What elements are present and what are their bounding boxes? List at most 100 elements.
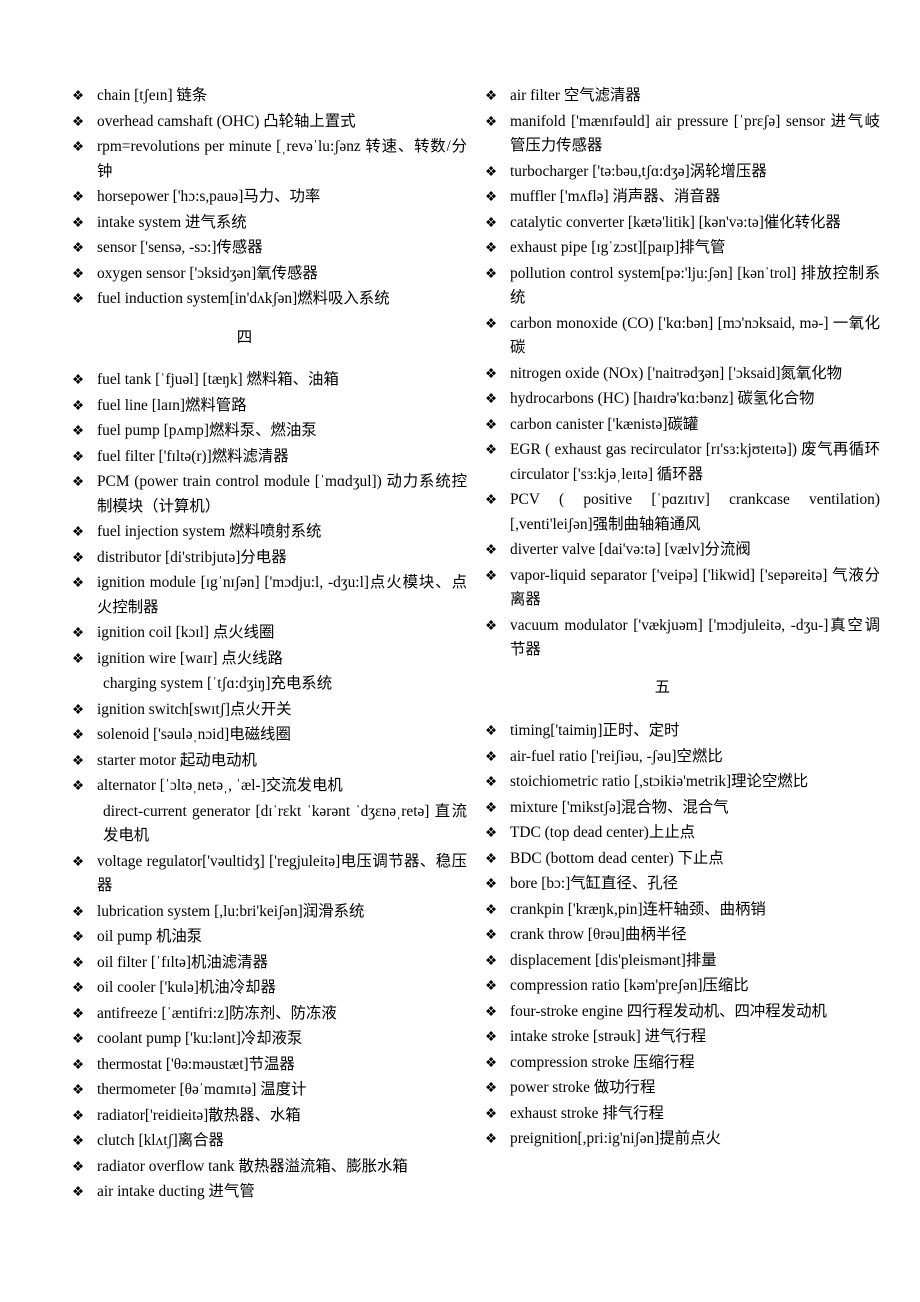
glossary-entry: ❖ voltage regulator['vəultidʒ] ['regjulei… [62,850,467,899]
diamond-bullet-icon: ❖ [72,214,85,230]
glossary-entry: ❖ exhaust stroke 排气行程 [475,1102,880,1127]
glossary-entry: ❖ rpm=revolutions per minute [ˌrevəˈlu:ʃə… [62,135,467,184]
glossary-entry: ❖ displacement [dis'pleismənt]排量 [475,949,880,974]
two-column-body: ❖ chain [tʃeɪn] 链条 ❖ overhead camshaft (OHC… [0,84,920,1206]
glossary-entry: ❖ crankpin ['kræŋk,pin]连杆轴颈、曲柄销 [475,898,880,923]
glossary-term-text: chain [tʃeɪn] 链条 [97,87,208,104]
glossary-term-text: PCV ( positive [ˈpɑzɪtɪv] crankcase vent… [510,491,880,533]
diamond-bullet-icon: ❖ [485,617,498,633]
diamond-bullet-icon: ❖ [72,1082,85,1097]
glossary-entry: ❖ ignition switch[swɪtʃ]点火开关 [62,698,467,723]
glossary-term-text: lubrication system [,lu:bri'keiʃən]润滑系统 [97,902,365,920]
diamond-bullet-icon: ❖ [485,189,498,204]
glossary-entry: ❖ horsepower ['hɔ:s,pauə]马力、功率 [62,185,467,210]
glossary-term-text: rpm=revolutions per minute [ˌrevəˈlu:ʃən… [97,138,467,180]
document-page: ❖ chain [tʃeɪn] 链条 ❖ overhead camshaft (OHC… [0,0,920,1302]
glossary-term-text: preignition[,pri:ig'niʃən]提前点火 [510,1130,721,1147]
glossary-entry: ❖ fuel tank [ˈfjuəl] [tæŋk] 燃料箱、油箱 [62,368,467,393]
glossary-term-text: fuel line [laɪn]燃料管路 [97,396,247,414]
glossary-entry: ❖ crank throw [θrəu]曲柄半径 [475,923,880,948]
glossary-entry: ❖ turbocharger ['tə:bəu,tʃɑ:dʒə]涡轮增压器 [475,160,880,185]
glossary-entry: ❖ oil pump 机油泵 [62,925,467,950]
glossary-term-text: stoichiometric ratio [,stɔikiə'metrik]理论… [510,773,809,790]
diamond-bullet-icon: ❖ [72,1005,85,1021]
diamond-bullet-icon: ❖ [485,723,498,738]
glossary-term-text: crankpin ['kræŋk,pin]连杆轴颈、曲柄销 [510,900,766,918]
glossary-term-text: alternator [ˈɔltəˌnetəˌ, ˈæl-]交流发电机 [97,777,343,794]
glossary-list: ❖ ignition switch[swɪtʃ]点火开关 ❖ solenoid ['s… [62,698,467,799]
glossary-term-text: distributor [di'stribjutə]分电器 [97,548,287,566]
diamond-bullet-icon: ❖ [485,748,498,764]
glossary-term-text: fuel injection system 燃料喷射系统 [97,523,322,540]
glossary-term-text: compression ratio [kəm'preʃən]压缩比 [510,977,749,994]
glossary-term-text: BDC (bottom dead center) 下止点 [510,849,724,867]
glossary-entry: ❖ fuel line [laɪn]燃料管路 [62,394,467,419]
glossary-term-text: catalytic converter [kætə'litik] [kən'və… [510,213,841,231]
diamond-bullet-icon: ❖ [485,567,498,583]
diamond-bullet-icon: ❖ [485,113,498,129]
diamond-bullet-icon: ❖ [485,542,498,557]
diamond-bullet-icon: ❖ [485,927,498,942]
glossary-term-text: solenoid ['səuləˌnɔid]电磁线圈 [97,726,291,743]
glossary-entry: ❖ overhead camshaft (OHC) 凸轮轴上置式 [62,110,467,135]
glossary-entry: ❖ ignition coil [kɔɪl] 点火线圈 [62,621,467,646]
glossary-list: ❖ air filter 空气滤清器 ❖ manifold ['mænɪfəuld] … [475,84,880,663]
diamond-bullet-icon: ❖ [72,980,85,995]
glossary-term-text: oil filter [ˈfɪltə]机油滤清器 [97,953,268,971]
glossary-entry: ❖ thermometer [θəˈmɑmɪtə] 温度计 [62,1078,467,1103]
glossary-entry: ❖ chain [tʃeɪn] 链条 [62,84,467,109]
glossary-entry: ❖ hydrocarbons (HC) [haɪdrə'kɑ:bənz] 碳氢化合… [475,387,880,412]
glossary-entry: ❖ preignition[,pri:ig'niʃən]提前点火 [475,1127,880,1152]
glossary-entry: ❖ air-fuel ratio ['reiʃiəu, -ʃəu]空燃比 [475,745,880,770]
glossary-entry: ❖ lubrication system [,lu:bri'keiʃən]润滑系统 [62,900,467,925]
glossary-list: charging system [ˈtʃɑ:dʒiŋ]充电系统 [62,672,467,697]
glossary-entry: ❖ distributor [di'stribjutə]分电器 [62,546,467,571]
glossary-term-text: voltage regulator['vəultidʒ] ['regjuleit… [97,852,467,895]
diamond-bullet-icon: ❖ [485,1029,498,1044]
glossary-term-text: carbon monoxide (CO) ['kɑ:bən] [mɔ'nɔksa… [510,314,880,357]
glossary-entry: ❖ fuel injection system 燃料喷射系统 [62,520,467,545]
diamond-bullet-icon: ❖ [485,850,498,866]
glossary-term-text: displacement [dis'pleismənt]排量 [510,951,717,969]
glossary-list: ❖ voltage regulator['vəultidʒ] ['regjulei… [62,850,467,1205]
glossary-term-text: radiator overflow tank 散热器溢流箱、膨胀水箱 [97,1157,408,1175]
section-heading: 五 [654,678,671,696]
diamond-bullet-icon: ❖ [485,365,498,381]
diamond-bullet-icon: ❖ [72,1031,85,1046]
glossary-entry: ❖ EGR ( exhaust gas recirculator [rɪ'sɜ:k… [475,438,880,487]
diamond-bullet-icon: ❖ [72,650,85,666]
diamond-bullet-icon: ❖ [72,88,85,103]
diamond-bullet-icon: ❖ [72,524,85,539]
glossary-term-text: clutch [klʌtʃ]离合器 [97,1132,224,1149]
glossary-entry: ❖ solenoid ['səuləˌnɔid]电磁线圈 [62,723,467,748]
glossary-entry: ❖ four-stroke engine 四行程发动机、四冲程发动机 [475,1000,880,1025]
diamond-bullet-icon: ❖ [485,978,498,993]
diamond-bullet-icon: ❖ [72,625,85,640]
diamond-bullet-icon: ❖ [485,799,498,815]
glossary-term-text: oil cooler ['kulə]机油冷却器 [97,979,276,996]
glossary-term-text: intake stroke [strəuk] 进气行程 [510,1028,707,1045]
glossary-term-text: bore [bɔ:]气缸直径、孔径 [510,875,678,892]
glossary-term-text: hydrocarbons (HC) [haɪdrə'kɑ:bənz] 碳氢化合物 [510,390,815,407]
glossary-entry: ❖ fuel pump [pʌmp]燃料泵、燃油泵 [62,419,467,444]
glossary-term-text: compression stroke 压缩行程 [510,1053,695,1071]
glossary-entry: ❖ manifold ['mænɪfəuld] air pressure [ˈpr… [475,110,880,159]
diamond-bullet-icon: ❖ [72,549,85,565]
glossary-term-text: manifold ['mænɪfəuld] air pressure [ˈprɛ… [510,112,880,155]
glossary-entry: ❖ thermostat ['θə:məustæt]节温器 [62,1053,467,1078]
section-heading: 四 [236,328,253,346]
glossary-entry: ❖ catalytic converter [kætə'litik] [kən'v… [475,211,880,236]
glossary-term-text: air intake ducting 进气管 [97,1183,255,1200]
glossary-term-text: exhaust pipe [ɪgˈzɔst][paɪp]排气管 [510,239,726,256]
glossary-term-text: timing['taimiŋ]正时、定时 [510,722,680,739]
glossary-entry: ❖ fuel induction system[in'dʌkʃən]燃料吸入系统 [62,287,467,312]
glossary-list: ❖ fuel tank [ˈfjuəl] [tæŋk] 燃料箱、油箱 ❖ fuel l… [62,368,467,671]
diamond-bullet-icon: ❖ [485,952,498,968]
glossary-term-text: antifreeze [ˈæntifri:z]防冻剂、防冻液 [97,1004,337,1022]
glossary-term-text: EGR ( exhaust gas recirculator [rɪ'sɜ:kj… [510,441,880,483]
glossary-term-text: oxygen sensor ['ɔksidʒən]氧传感器 [97,264,318,282]
glossary-entry: ❖ alternator [ˈɔltəˌnetəˌ, ˈæl-]交流发电机 [62,774,467,799]
glossary-entry: ❖ compression stroke 压缩行程 [475,1051,880,1076]
diamond-bullet-icon: ❖ [485,315,498,331]
glossary-term-text: mixture ['mikstʃə]混合物、混合气 [510,798,729,816]
